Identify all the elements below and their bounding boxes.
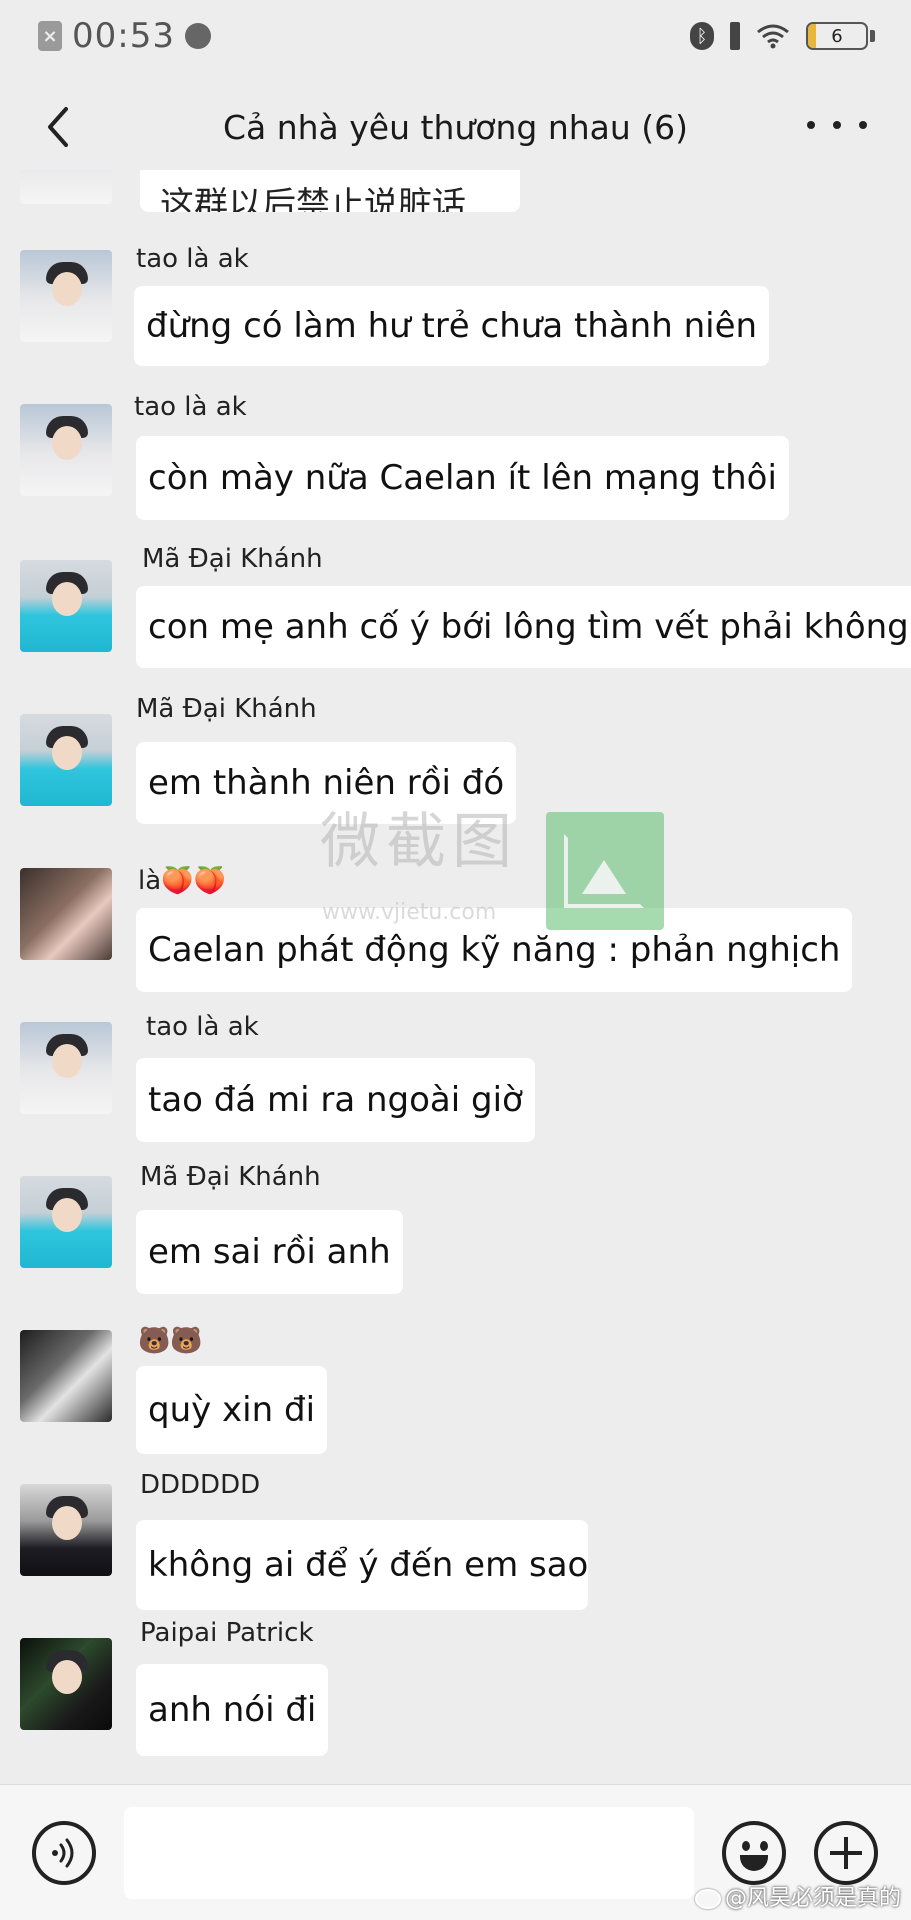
sender-name: Mã Đại Khánh bbox=[136, 694, 317, 724]
avatar[interactable] bbox=[20, 404, 112, 496]
battery-icon: 6 bbox=[806, 22, 868, 50]
avatar[interactable] bbox=[20, 170, 112, 204]
message-text: tao đá mi ra ngoài giờ bbox=[148, 1080, 523, 1120]
message-text: đừng có làm hư trẻ chưa thành niên bbox=[146, 306, 758, 346]
avatar[interactable] bbox=[20, 1638, 112, 1730]
message-bubble[interactable]: con mẹ anh cố ý bới lông tìm vết phải kh… bbox=[136, 586, 911, 668]
avatar[interactable] bbox=[20, 868, 112, 960]
battery-level: 6 bbox=[831, 25, 843, 47]
voice-icon bbox=[52, 1838, 74, 1868]
message-text: Caelan phát động kỹ năng : phản nghịch bbox=[148, 930, 841, 970]
message-text: 这群以后禁止说脏话 bbox=[160, 185, 466, 212]
avatar[interactable] bbox=[20, 1176, 112, 1268]
more-button[interactable] bbox=[807, 110, 867, 140]
sender-name: 🐻🐻 bbox=[138, 1326, 203, 1356]
plus-button[interactable] bbox=[814, 1821, 878, 1885]
more-dot bbox=[859, 121, 867, 129]
avatar[interactable] bbox=[20, 714, 112, 806]
back-button[interactable] bbox=[36, 102, 80, 152]
message-bubble[interactable]: Caelan phát động kỹ năng : phản nghịch bbox=[136, 908, 853, 992]
voice-button[interactable] bbox=[32, 1821, 96, 1885]
no-sim-icon: × bbox=[38, 21, 62, 51]
message-bubble[interactable]: đừng có làm hư trẻ chưa thành niên bbox=[134, 286, 770, 366]
chat-header: Cả nhà yêu thương nhau (6) bbox=[0, 72, 911, 182]
status-time: 00:53 bbox=[72, 16, 175, 56]
message-bubble[interactable]: em thành niên rồi đó bbox=[136, 742, 517, 824]
avatar[interactable] bbox=[20, 1330, 112, 1422]
back-icon bbox=[48, 107, 68, 147]
avatar[interactable] bbox=[20, 1484, 112, 1576]
credit-watermark: @风昊必须是真的 bbox=[694, 1880, 901, 1912]
sender-name: Mã Đại Khánh bbox=[142, 544, 323, 574]
chat-message-list[interactable]: 这群以后禁止说脏话 tao là ak đừng có làm hư trẻ c… bbox=[0, 170, 911, 1780]
sender-name: tao là ak bbox=[134, 392, 247, 422]
message-bubble[interactable]: quỳ xin đi bbox=[136, 1366, 328, 1454]
sender-name: tao là ak bbox=[136, 244, 249, 274]
status-right: ᛒ 6 bbox=[690, 22, 875, 50]
more-icon bbox=[807, 121, 815, 129]
battery-tip bbox=[870, 30, 875, 42]
wifi-icon bbox=[757, 24, 789, 49]
avatar[interactable] bbox=[20, 250, 112, 342]
sender-name: Mã Đại Khánh bbox=[140, 1162, 321, 1192]
emoji-mouth bbox=[740, 1855, 768, 1871]
battery-fill bbox=[808, 24, 817, 48]
message-bubble[interactable]: không ai để ý đến em sao bbox=[136, 1520, 588, 1610]
message-text: con mẹ anh cố ý bới lông tìm vết phải kh… bbox=[148, 607, 909, 647]
avatar[interactable] bbox=[20, 1022, 112, 1114]
vibrate-icon bbox=[730, 22, 740, 50]
credit-text: @风昊必须是真的 bbox=[724, 1886, 901, 1911]
message-bubble[interactable]: còn mày nữa Caelan ít lên mạng thôi bbox=[136, 436, 789, 520]
status-bar: × 00:53 ᛒ 6 bbox=[0, 0, 911, 72]
avatar[interactable] bbox=[20, 560, 112, 652]
globe-icon bbox=[184, 23, 211, 49]
bluetooth-icon: ᛒ bbox=[690, 22, 714, 50]
message-text: em sai rồi anh bbox=[148, 1232, 391, 1272]
chat-title: Cả nhà yêu thương nhau (6) bbox=[222, 107, 689, 147]
message-bubble[interactable]: tao đá mi ra ngoài giờ bbox=[136, 1058, 535, 1142]
message-bubble[interactable]: anh nói đi bbox=[136, 1664, 329, 1756]
message-text: em thành niên rồi đó bbox=[148, 763, 505, 803]
message-input[interactable] bbox=[124, 1807, 694, 1899]
emoji-eye bbox=[760, 1841, 768, 1851]
weibo-icon bbox=[694, 1889, 721, 1909]
emoji-button[interactable] bbox=[722, 1821, 786, 1885]
message-text: quỳ xin đi bbox=[148, 1390, 316, 1430]
sender-name: là🍑🍑 bbox=[138, 866, 226, 896]
status-left: × 00:53 bbox=[38, 16, 211, 56]
message-text: không ai để ý đến em sao bbox=[148, 1545, 589, 1585]
sender-name: Paipai Patrick bbox=[140, 1618, 314, 1648]
message-bubble[interactable]: em sai rồi anh bbox=[136, 1210, 403, 1294]
message-text: còn mày nữa Caelan ít lên mạng thôi bbox=[148, 458, 777, 498]
message-text: anh nói đi bbox=[148, 1690, 317, 1730]
emoji-icon bbox=[742, 1841, 750, 1851]
sender-name: tao là ak bbox=[146, 1012, 259, 1042]
message-bubble-partial[interactable]: 这群以后禁止说脏话 bbox=[140, 170, 520, 212]
sender-name: DDDDDD bbox=[140, 1470, 261, 1500]
more-dot bbox=[833, 121, 841, 129]
